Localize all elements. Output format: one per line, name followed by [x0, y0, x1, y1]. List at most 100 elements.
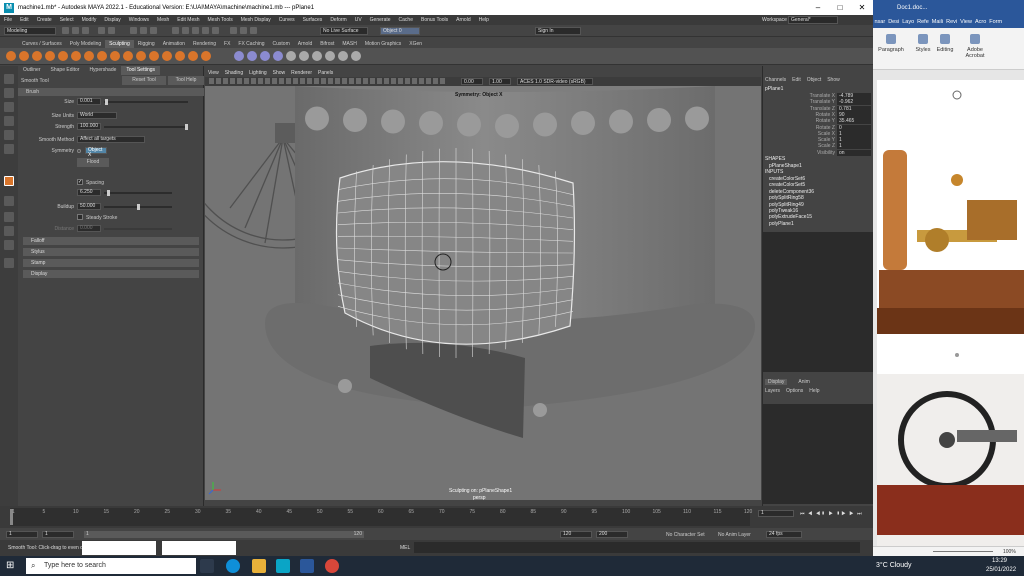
tool-help-button[interactable]: Tool Help [168, 76, 204, 85]
input-node[interactable]: polyExtrudeFace15 [769, 214, 814, 220]
file-explorer-icon[interactable] [252, 559, 266, 573]
sculpt-brush-icon[interactable] [351, 51, 361, 61]
brush-section-header[interactable]: Brush [18, 88, 204, 96]
shelf-tab-poly-modeling[interactable]: Poly Modeling [66, 40, 105, 48]
word-tab-refe[interactable]: Refe [916, 16, 931, 28]
panel-tab-tool-settings[interactable]: Tool Settings [121, 66, 161, 75]
sculpt-brush-icon[interactable] [136, 51, 146, 61]
word-tab-desi[interactable]: Desi [887, 16, 901, 28]
viewport-tool-icon[interactable] [335, 78, 340, 84]
word-tab-layo[interactable]: Layo [901, 16, 916, 28]
section-stamp[interactable]: Stamp [23, 259, 199, 267]
viewport-tool-icon[interactable] [370, 78, 375, 84]
channel-attr-row[interactable]: Scale Z1 [763, 143, 873, 150]
channel-attr-row[interactable]: Rotate Z0 [763, 124, 873, 131]
sculpt-brush-icon[interactable] [19, 51, 29, 61]
viewport-tool-icon[interactable] [349, 78, 354, 84]
new-scene-icon[interactable] [62, 27, 69, 34]
viewport-tool-icon[interactable] [272, 78, 277, 84]
undo-icon[interactable] [98, 27, 105, 34]
channel-attr-value[interactable]: 1 [837, 130, 871, 137]
menu-generate[interactable]: Generate [370, 17, 391, 23]
paint-select-icon[interactable] [4, 102, 14, 112]
panel-tab-shape-editor[interactable]: Shape Editor [46, 66, 85, 75]
panel-tab-outliner[interactable]: Outliner [18, 66, 46, 75]
word-group-adobe-acrobat[interactable]: Adobe Acrobat [957, 34, 993, 59]
size-units-select[interactable]: World [77, 112, 117, 119]
viewport-tool-icon[interactable] [265, 78, 270, 84]
viewport-tool-icon[interactable] [230, 78, 235, 84]
shelf-tab-xgen[interactable]: XGen [405, 40, 426, 48]
snap-point-icon[interactable] [192, 27, 199, 34]
channel-attr-row[interactable]: Rotate Y 35.465 [763, 118, 873, 125]
word-group-paragraph[interactable]: Paragraph [877, 34, 905, 53]
word-tab-revi[interactable]: Revi [945, 16, 959, 28]
sculpt-brush-icon[interactable] [71, 51, 81, 61]
viewport-tool-icon[interactable] [440, 78, 445, 84]
sculpt-brush-icon[interactable] [123, 51, 133, 61]
perspective-viewport[interactable]: Symmetry: Object X Sculpting on: pPlaneS… [205, 68, 761, 500]
end-time-field[interactable]: 200 [596, 531, 628, 538]
sculpt-brush-icon[interactable] [32, 51, 42, 61]
viewport-tool-icon[interactable] [279, 78, 284, 84]
menu-help[interactable]: Help [479, 17, 489, 23]
channel-attr-value[interactable]: 90 [837, 111, 871, 118]
menu-deform[interactable]: Deform [330, 17, 346, 23]
viewport-tool-icon[interactable] [377, 78, 382, 84]
snap-surface-icon[interactable] [212, 27, 219, 34]
shelf-tab-motion-graphics[interactable]: Motion Graphics [361, 40, 405, 48]
save-scene-icon[interactable] [82, 27, 89, 34]
size-field[interactable]: 0.001 [77, 98, 101, 105]
persp-graph-icon[interactable] [4, 240, 14, 250]
size-slider[interactable] [104, 99, 188, 105]
shelf-tab-curves-surfaces[interactable]: Curves / Surfaces [18, 40, 66, 48]
menu-mesh[interactable]: Mesh [157, 17, 169, 23]
select-object-icon[interactable] [140, 27, 147, 34]
input-node[interactable]: polyPlane1 [769, 221, 814, 227]
shelf-tab-fx-caching[interactable]: FX Caching [234, 40, 268, 48]
redo-icon[interactable] [108, 27, 115, 34]
four-view-icon[interactable] [4, 212, 14, 222]
character-set-select[interactable]: No Character Set [666, 532, 705, 538]
strength-field[interactable]: 100.000 [77, 123, 101, 130]
rotate-tool-icon[interactable] [4, 130, 14, 140]
viewport-tool-icon[interactable] [237, 78, 242, 84]
word-tab-maili[interactable]: Maili [930, 16, 944, 28]
menu-display[interactable]: Display [104, 17, 120, 23]
spacing-checkbox[interactable]: ✓ [77, 179, 83, 185]
sculpt-brush-icon[interactable] [325, 51, 335, 61]
color-space-select[interactable]: ACES 1.0 SDR-video (sRGB) [517, 78, 593, 85]
sculpt-brush-icon[interactable] [84, 51, 94, 61]
menu-windows[interactable]: Windows [129, 17, 149, 23]
menu-select[interactable]: Select [60, 17, 74, 23]
viewport-tool-icon[interactable] [258, 78, 263, 84]
zoom-icon[interactable] [4, 258, 14, 268]
spacing-slider[interactable] [104, 190, 172, 196]
symmetry-status-field[interactable]: Object 0 [380, 27, 420, 35]
sculpt-brush-icon[interactable] [312, 51, 322, 61]
maya-taskbar-icon[interactable] [276, 559, 290, 573]
sculpt-brush-icon[interactable] [338, 51, 348, 61]
section-display[interactable]: Display [23, 270, 199, 278]
buildup-slider[interactable] [104, 204, 172, 210]
viewport-tool-icon[interactable] [321, 78, 326, 84]
channel-attr-row[interactable]: Translate Z 0.781 [763, 105, 873, 112]
start-button-icon[interactable]: ⊞ [6, 560, 14, 571]
viewport-tool-icon[interactable] [384, 78, 389, 84]
viewport-tool-icon[interactable] [391, 78, 396, 84]
channel-attr-value[interactable]: 0 [837, 124, 871, 131]
reset-tool-button[interactable]: Reset Tool [122, 76, 166, 85]
sign-in-button[interactable]: Sign In [535, 27, 581, 35]
shelf-tab-rigging[interactable]: Rigging [134, 40, 159, 48]
playback-controls[interactable]: ⏮ ◀ ◀▮ ▶ ▮▶ ▶ ⏭ [800, 511, 863, 517]
sculpt-brush-icon[interactable] [58, 51, 68, 61]
viewport-tool-icon[interactable] [286, 78, 291, 84]
clock-date[interactable]: 25/01/2022 [986, 567, 1016, 573]
viewport-tool-icon[interactable] [223, 78, 228, 84]
sculpt-brush-icon[interactable] [162, 51, 172, 61]
select-component-icon[interactable] [150, 27, 157, 34]
section-falloff[interactable]: Falloff [23, 237, 199, 245]
menu-arnold[interactable]: Arnold [456, 17, 470, 23]
channel-attr-value[interactable]: 35.465 [837, 118, 871, 125]
menu-mesh-tools[interactable]: Mesh Tools [208, 17, 233, 23]
